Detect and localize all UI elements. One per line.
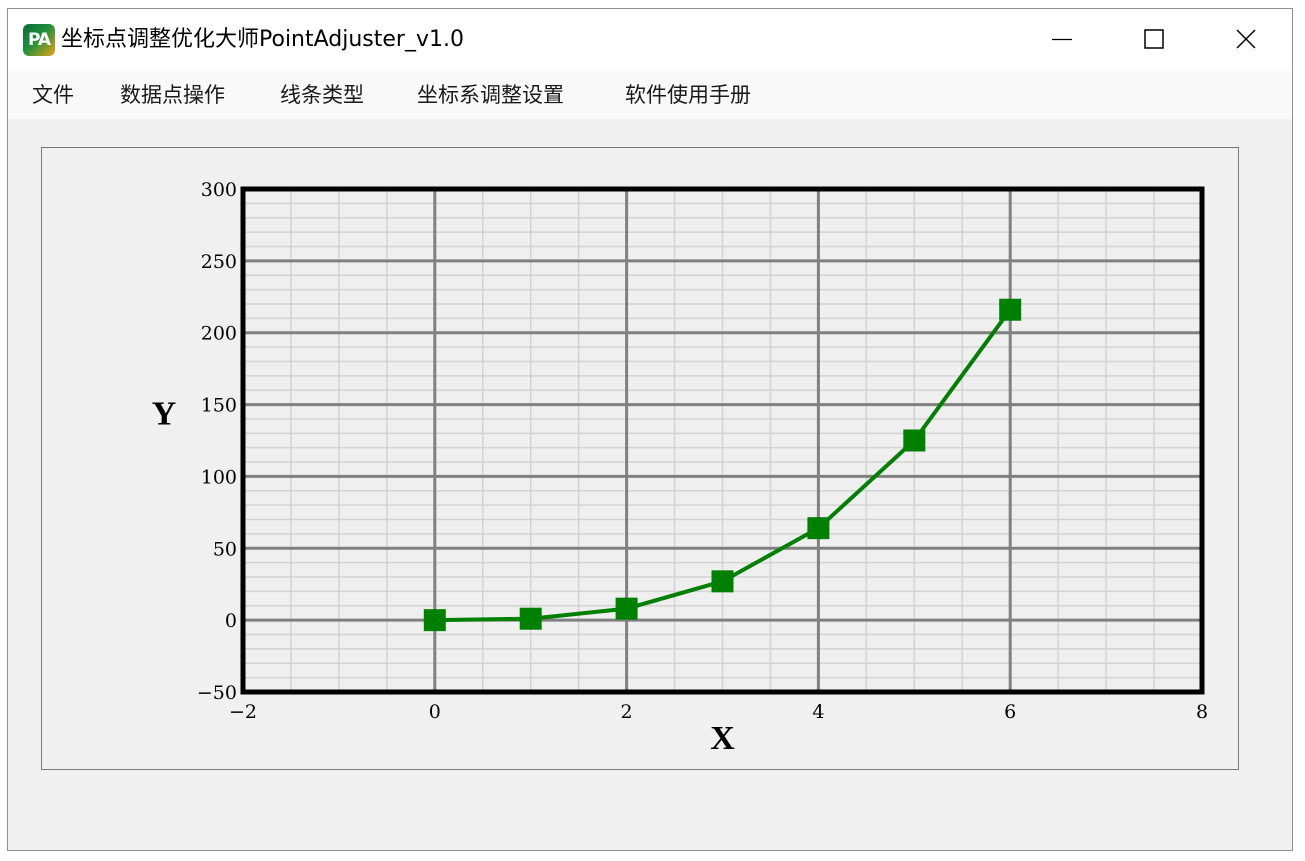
app-window: PA 坐标点调整优化大师PointAdjuster_v1.0 文件 数据点操作 … — [7, 8, 1293, 851]
data-point-marker[interactable] — [615, 597, 638, 620]
plot-panel[interactable]: −2 0 2 4 6 8 −50 0 50 100 150 200 250 300 X Y — [41, 147, 1239, 770]
data-point-marker[interactable] — [999, 298, 1022, 321]
y-axis-label: Y — [152, 396, 177, 433]
app-logo-icon: PA — [23, 24, 55, 56]
menu-line-type[interactable]: 线条类型 — [280, 81, 364, 109]
y-tick-label: 0 — [225, 610, 237, 632]
data-point-marker[interactable] — [807, 517, 830, 540]
window-title: 坐标点调整优化大师PointAdjuster_v1.0 — [61, 27, 464, 52]
data-point-marker[interactable] — [903, 429, 926, 452]
y-tick-label: −50 — [197, 682, 237, 704]
y-tick-label: 150 — [201, 395, 237, 417]
x-tick-label: 0 — [429, 701, 441, 723]
close-icon — [1236, 29, 1256, 49]
maximize-icon — [1144, 29, 1164, 49]
data-point-marker[interactable] — [519, 607, 542, 630]
menu-data-point-operations[interactable]: 数据点操作 — [120, 81, 225, 109]
y-tick-label: 200 — [201, 323, 237, 345]
menu-bar: 文件 数据点操作 线条类型 坐标系调整设置 软件使用手册 — [8, 71, 1292, 119]
x-axis-label: X — [710, 720, 735, 757]
y-tick-label: 250 — [201, 251, 237, 273]
data-point-marker[interactable] — [711, 570, 734, 593]
line-chart: −2 0 2 4 6 8 −50 0 50 100 150 200 250 300 X Y — [152, 179, 1208, 757]
y-tick-label: 50 — [213, 538, 237, 560]
y-tick-label: 300 — [201, 179, 237, 201]
menu-axis-settings[interactable]: 坐标系调整设置 — [417, 81, 564, 109]
x-tick-label: 4 — [812, 701, 824, 723]
close-button[interactable] — [1200, 9, 1292, 69]
x-tick-label: 6 — [1004, 701, 1016, 723]
minimize-icon — [1052, 38, 1072, 41]
x-tick-label: 2 — [621, 701, 633, 723]
title-bar[interactable]: PA 坐标点调整优化大师PointAdjuster_v1.0 — [8, 9, 1292, 71]
data-point-marker[interactable] — [423, 609, 446, 632]
menu-file[interactable]: 文件 — [32, 81, 74, 109]
x-tick-label: −2 — [229, 701, 257, 723]
x-tick-label: 8 — [1196, 701, 1208, 723]
menu-user-manual[interactable]: 软件使用手册 — [625, 81, 751, 109]
y-tick-label: 100 — [201, 466, 237, 488]
maximize-button[interactable] — [1108, 9, 1200, 69]
minimize-button[interactable] — [1016, 9, 1108, 69]
